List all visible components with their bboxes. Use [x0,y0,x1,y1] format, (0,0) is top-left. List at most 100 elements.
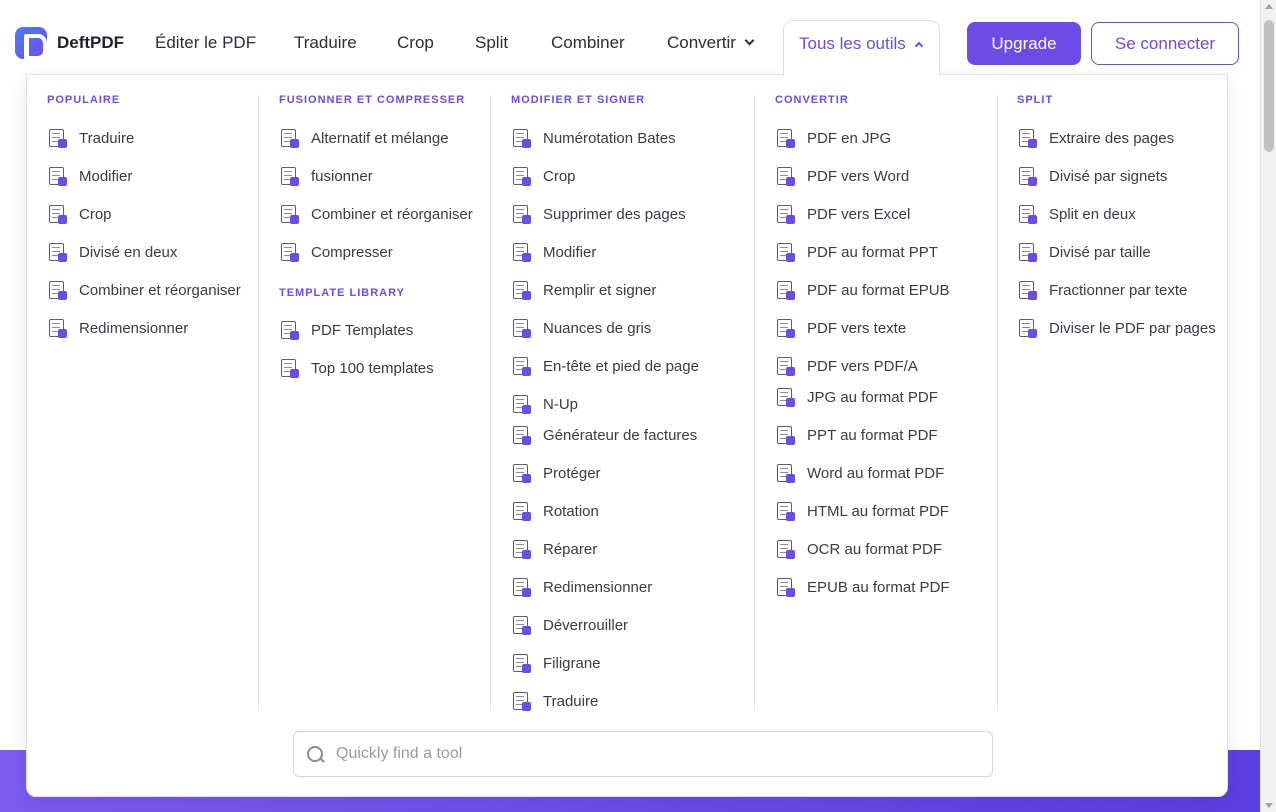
tool-item[interactable]: PPT au format PDF [775,423,938,447]
tool-item[interactable]: HTML au format PDF [775,499,949,523]
tool-item[interactable]: Split en deux [1017,202,1136,226]
tool-item[interactable]: PDF vers PDF/A [775,354,918,378]
tool-item[interactable]: Traduire [47,126,134,150]
tool-item[interactable]: Supprimer des pages [511,202,686,226]
tool-label: En-tête et pied de page [543,357,699,375]
n-up-icon [511,394,531,414]
login-button[interactable]: Se connecter [1091,22,1239,65]
tool-item[interactable]: EPUB au format PDF [775,575,950,599]
tool-item[interactable]: Numérotation Bates [511,126,676,150]
tool-item[interactable]: Compresser [279,240,393,264]
column-title: SPLIT [1017,94,1054,106]
tool-item[interactable]: Word au format PDF [775,461,944,485]
tool-item[interactable]: Alternatif et mélange [279,126,449,150]
tool-label: PDF Templates [311,321,414,339]
tool-item[interactable]: fusionner [279,164,373,188]
nav-translate[interactable]: Traduire [294,20,357,66]
tool-item[interactable]: PDF au format EPUB [775,278,950,302]
tool-label: Combiner et réorganiser [79,281,241,299]
tool-label: Extraire des pages [1049,129,1175,147]
protect-icon [511,463,531,483]
tool-item[interactable]: Divisé en deux [47,240,177,264]
tool-item[interactable]: PDF vers Word [775,164,909,188]
top-100-icon [279,358,299,378]
nav-convert[interactable]: Convertir [667,20,755,66]
tool-label: EPUB au format PDF [807,578,950,596]
search-input[interactable] [336,745,956,763]
tool-item[interactable]: Crop [47,202,112,226]
tool-item[interactable]: Top 100 templates [279,356,434,380]
tool-item[interactable]: Redimensionner [511,575,652,599]
word-to-pdf-icon [775,463,795,483]
pdf-to-pdfa-icon [775,356,795,376]
nav-crop[interactable]: Crop [397,20,434,66]
nav-all-tools[interactable]: Tous les outils [783,20,940,76]
unlock-icon [511,615,531,635]
tool-item[interactable]: Combiner et réorganiser [47,278,241,302]
tool-item[interactable]: Nuances de gris [511,316,651,340]
tool-item[interactable]: Générateur de factures [511,423,697,447]
tool-item[interactable]: OCR au format PDF [775,537,942,561]
column-title: FUSIONNER ET COMPRESSER [279,94,466,106]
tool-item[interactable]: Combiner et réorganiser [279,202,473,226]
scroll-down-icon[interactable] [1265,803,1273,808]
tool-label: Divisé par taille [1049,243,1151,261]
jpg-to-pdf-icon [775,387,795,407]
nav-edit-pdf[interactable]: Éditer le PDF [155,20,256,66]
upgrade-button[interactable]: Upgrade [967,22,1081,65]
tool-item[interactable]: Rotation [511,499,599,523]
tool-item[interactable]: Diviser le PDF par pages [1017,316,1216,340]
tool-item[interactable]: Protéger [511,461,601,485]
page-scrollbar[interactable] [1260,0,1276,812]
tool-item[interactable]: PDF vers Excel [775,202,910,226]
all-tools-dropdown: POPULAIRE Traduire Modifier Crop Divisé en d… [26,74,1228,797]
extract-pages-icon [1017,128,1037,148]
tool-item[interactable]: Extraire des pages [1017,126,1174,150]
tool-item[interactable]: Filigrane [511,651,601,675]
tool-item[interactable]: PDF en JPG [775,126,891,150]
tool-item[interactable]: Déverrouiller [511,613,628,637]
tool-label: Crop [79,205,112,223]
nav-combine[interactable]: Combiner [551,20,625,66]
tool-label: Déverrouiller [543,616,629,634]
tool-item[interactable]: En-tête et pied de page [511,354,699,378]
tool-item[interactable]: Modifier [47,164,132,188]
tool-item[interactable]: Divisé par signets [1017,164,1167,188]
tool-label: Supprimer des pages [543,205,686,223]
tool-search[interactable] [293,731,993,777]
tool-item[interactable]: Redimensionner [47,316,188,340]
bates-icon [511,128,531,148]
tool-item[interactable]: Réparer [511,537,597,561]
tool-item[interactable]: Remplir et signer [511,278,656,302]
pdf-to-jpg-icon [775,128,795,148]
tool-item[interactable]: Modifier [511,240,596,264]
logo[interactable]: DeftPDF [15,27,124,60]
column-divider [997,95,998,711]
tool-label: Divisé par signets [1049,167,1168,185]
watermark-icon [511,653,531,673]
tool-item[interactable]: Crop [511,164,576,188]
tool-item[interactable]: Fractionner par texte [1017,278,1187,302]
tool-label: Redimensionner [543,578,653,596]
tool-label: Diviser le PDF par pages [1049,319,1216,337]
tool-item[interactable]: Divisé par taille [1017,240,1151,264]
tool-label: PDF vers PDF/A [807,357,918,375]
nav-split[interactable]: Split [475,20,508,66]
column-divider [490,95,491,711]
tool-item[interactable]: PDF Templates [279,318,413,342]
site-header: DeftPDF Éditer le PDF Traduire Crop Spli… [0,0,1260,76]
edit-icon [47,166,67,186]
compress-icon [279,242,299,262]
crop-icon [511,166,531,186]
tool-item[interactable]: JPG au format PDF [775,385,938,409]
tool-item[interactable]: N-Up [511,392,578,416]
column-divider [754,95,755,711]
tool-item[interactable]: Traduire [511,689,598,713]
scroll-up-icon[interactable] [1265,4,1273,9]
tool-item[interactable]: PDF au format PPT [775,240,938,264]
tool-label: Split en deux [1049,205,1136,223]
scroll-thumb[interactable] [1264,20,1274,152]
pdf-to-word-icon [775,166,795,186]
tool-label: Divisé en deux [79,243,178,261]
tool-item[interactable]: PDF vers texte [775,316,906,340]
